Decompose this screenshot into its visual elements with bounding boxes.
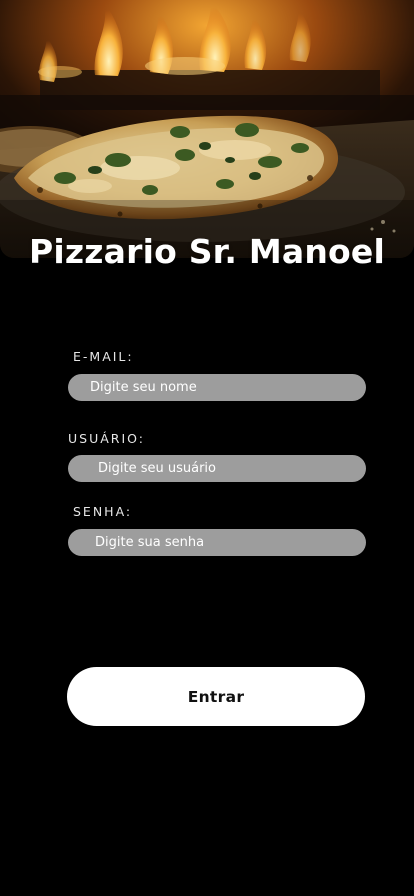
- hero-pizza-image: [0, 0, 414, 258]
- password-label: SENHA:: [73, 504, 133, 519]
- page-title: Pizzario Sr. Manoel: [28, 232, 386, 271]
- login-button[interactable]: Entrar: [67, 667, 365, 726]
- user-field[interactable]: [68, 455, 366, 482]
- email-label: E-MAIL:: [73, 349, 134, 364]
- user-label: USUÁRIO:: [68, 431, 145, 446]
- email-field[interactable]: [68, 374, 366, 401]
- password-field[interactable]: [68, 529, 366, 556]
